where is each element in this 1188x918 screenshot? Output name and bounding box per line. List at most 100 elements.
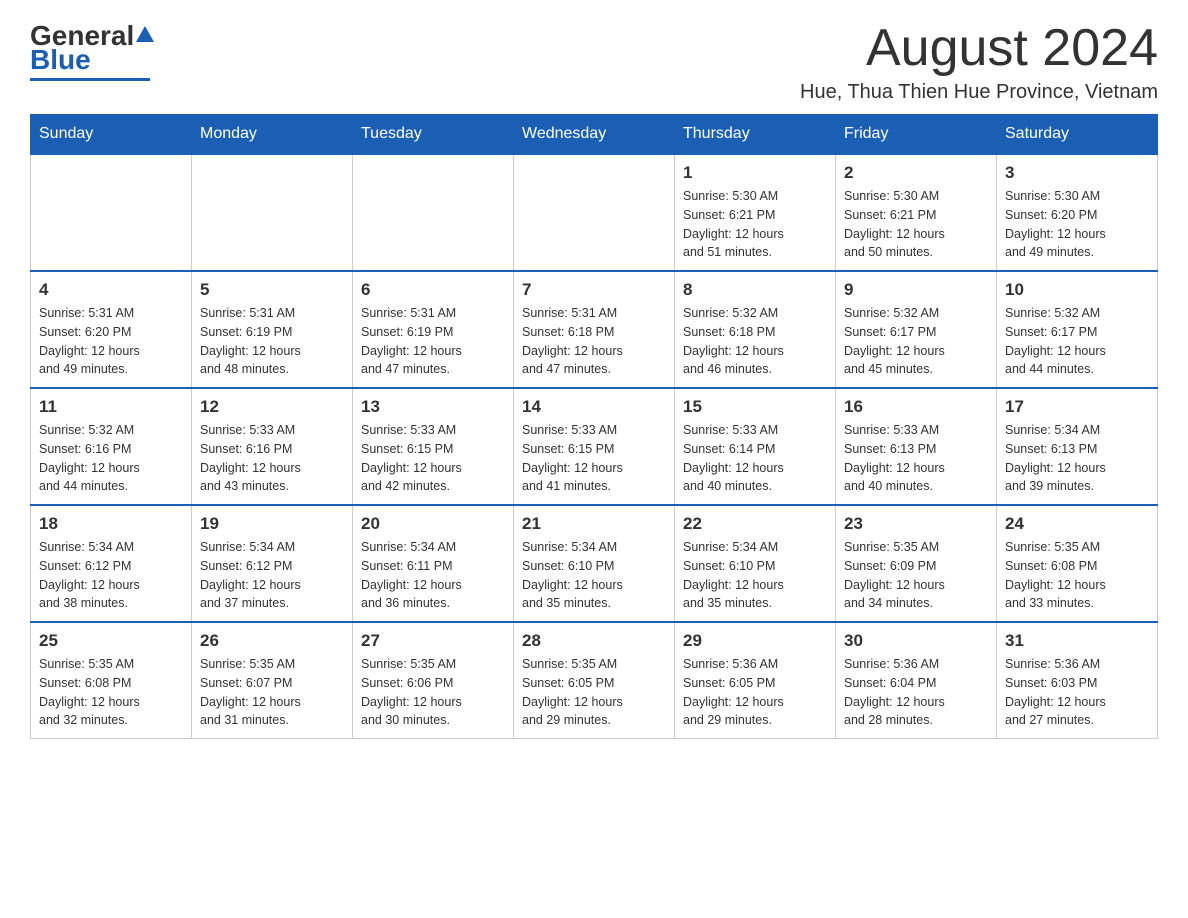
- day-info: Sunrise: 5:35 AM Sunset: 6:05 PM Dayligh…: [522, 655, 666, 730]
- calendar-cell: 5 Sunrise: 5:31 AM Sunset: 6:19 PM Daylig…: [192, 271, 353, 388]
- page-header: General Blue August 2024 Hue, Thua Thien…: [30, 20, 1158, 104]
- day-info: Sunrise: 5:31 AM Sunset: 6:19 PM Dayligh…: [200, 304, 344, 379]
- day-info: Sunrise: 5:35 AM Sunset: 6:08 PM Dayligh…: [1005, 538, 1149, 613]
- calendar-header-saturday: Saturday: [997, 115, 1158, 155]
- day-number: 26: [200, 631, 344, 651]
- day-info: Sunrise: 5:35 AM Sunset: 6:07 PM Dayligh…: [200, 655, 344, 730]
- day-number: 7: [522, 280, 666, 300]
- logo-triangle-icon: [136, 26, 154, 42]
- day-number: 16: [844, 397, 988, 417]
- day-number: 21: [522, 514, 666, 534]
- day-number: 8: [683, 280, 827, 300]
- day-number: 18: [39, 514, 183, 534]
- calendar-cell: 24Sunrise: 5:35 AM Sunset: 6:08 PM Dayli…: [997, 505, 1158, 622]
- calendar-cell: 25 Sunrise: 5:35 AM Sunset: 6:08 PM Dayli…: [31, 622, 192, 739]
- day-number: 17: [1005, 397, 1149, 417]
- calendar-cell: 13Sunrise: 5:33 AM Sunset: 6:15 PM Dayli…: [353, 388, 514, 505]
- day-info: Sunrise: 5:32 AM Sunset: 6:17 PM Dayligh…: [844, 304, 988, 379]
- day-number: 13: [361, 397, 505, 417]
- logo-blue-text: Blue: [30, 44, 91, 75]
- calendar-cell: [192, 154, 353, 271]
- day-info: Sunrise: 5:35 AM Sunset: 6:08 PM Dayligh…: [39, 655, 183, 730]
- day-number: 6: [361, 280, 505, 300]
- calendar-cell: 8 Sunrise: 5:32 AM Sunset: 6:18 PM Daylig…: [675, 271, 836, 388]
- day-number: 27: [361, 631, 505, 651]
- month-title: August 2024: [800, 20, 1158, 77]
- calendar-header-row: SundayMondayTuesdayWednesdayThursdayFrid…: [31, 115, 1158, 155]
- day-info: Sunrise: 5:30 AM Sunset: 6:20 PM Dayligh…: [1005, 187, 1149, 262]
- day-number: 14: [522, 397, 666, 417]
- calendar-cell: 21Sunrise: 5:34 AM Sunset: 6:10 PM Dayli…: [514, 505, 675, 622]
- calendar-cell: [31, 154, 192, 271]
- day-info: Sunrise: 5:31 AM Sunset: 6:20 PM Dayligh…: [39, 304, 183, 379]
- day-info: Sunrise: 5:31 AM Sunset: 6:18 PM Dayligh…: [522, 304, 666, 379]
- calendar-cell: 29 Sunrise: 5:36 AM Sunset: 6:05 PM Dayli…: [675, 622, 836, 739]
- week-row-3: 11Sunrise: 5:32 AM Sunset: 6:16 PM Dayli…: [31, 388, 1158, 505]
- calendar-header-tuesday: Tuesday: [353, 115, 514, 155]
- week-row-4: 18 Sunrise: 5:34 AM Sunset: 6:12 PM Dayli…: [31, 505, 1158, 622]
- calendar-cell: 31Sunrise: 5:36 AM Sunset: 6:03 PM Dayli…: [997, 622, 1158, 739]
- week-row-5: 25 Sunrise: 5:35 AM Sunset: 6:08 PM Dayli…: [31, 622, 1158, 739]
- day-info: Sunrise: 5:31 AM Sunset: 6:19 PM Dayligh…: [361, 304, 505, 379]
- calendar-cell: 6 Sunrise: 5:31 AM Sunset: 6:19 PM Daylig…: [353, 271, 514, 388]
- day-number: 12: [200, 397, 344, 417]
- calendar-header-wednesday: Wednesday: [514, 115, 675, 155]
- day-info: Sunrise: 5:32 AM Sunset: 6:18 PM Dayligh…: [683, 304, 827, 379]
- day-number: 29: [683, 631, 827, 651]
- calendar-cell: 9Sunrise: 5:32 AM Sunset: 6:17 PM Daylig…: [836, 271, 997, 388]
- calendar-cell: 23Sunrise: 5:35 AM Sunset: 6:09 PM Dayli…: [836, 505, 997, 622]
- day-number: 15: [683, 397, 827, 417]
- day-number: 25: [39, 631, 183, 651]
- day-info: Sunrise: 5:33 AM Sunset: 6:13 PM Dayligh…: [844, 421, 988, 496]
- day-info: Sunrise: 5:36 AM Sunset: 6:05 PM Dayligh…: [683, 655, 827, 730]
- calendar-cell: 3Sunrise: 5:30 AM Sunset: 6:20 PM Daylig…: [997, 154, 1158, 271]
- day-info: Sunrise: 5:30 AM Sunset: 6:21 PM Dayligh…: [683, 187, 827, 262]
- day-info: Sunrise: 5:33 AM Sunset: 6:15 PM Dayligh…: [522, 421, 666, 496]
- calendar-header-friday: Friday: [836, 115, 997, 155]
- calendar-cell: [353, 154, 514, 271]
- day-info: Sunrise: 5:34 AM Sunset: 6:12 PM Dayligh…: [200, 538, 344, 613]
- calendar-cell: 4 Sunrise: 5:31 AM Sunset: 6:20 PM Daylig…: [31, 271, 192, 388]
- calendar-cell: 17Sunrise: 5:34 AM Sunset: 6:13 PM Dayli…: [997, 388, 1158, 505]
- calendar-cell: 22 Sunrise: 5:34 AM Sunset: 6:10 PM Dayli…: [675, 505, 836, 622]
- day-number: 22: [683, 514, 827, 534]
- day-info: Sunrise: 5:36 AM Sunset: 6:03 PM Dayligh…: [1005, 655, 1149, 730]
- day-number: 23: [844, 514, 988, 534]
- day-info: Sunrise: 5:36 AM Sunset: 6:04 PM Dayligh…: [844, 655, 988, 730]
- day-info: Sunrise: 5:34 AM Sunset: 6:10 PM Dayligh…: [683, 538, 827, 613]
- calendar-cell: 1 Sunrise: 5:30 AM Sunset: 6:21 PM Daylig…: [675, 154, 836, 271]
- day-number: 20: [361, 514, 505, 534]
- calendar-cell: 15 Sunrise: 5:33 AM Sunset: 6:14 PM Dayli…: [675, 388, 836, 505]
- day-number: 5: [200, 280, 344, 300]
- day-number: 1: [683, 163, 827, 183]
- day-number: 4: [39, 280, 183, 300]
- calendar-cell: 18Sunrise: 5:34 AM Sunset: 6:12 PM Dayli…: [31, 505, 192, 622]
- week-row-1: 1 Sunrise: 5:30 AM Sunset: 6:21 PM Daylig…: [31, 154, 1158, 271]
- calendar-cell: [514, 154, 675, 271]
- calendar-cell: 2Sunrise: 5:30 AM Sunset: 6:21 PM Daylig…: [836, 154, 997, 271]
- calendar-cell: 28 Sunrise: 5:35 AM Sunset: 6:05 PM Dayli…: [514, 622, 675, 739]
- day-number: 19: [200, 514, 344, 534]
- calendar-header-monday: Monday: [192, 115, 353, 155]
- day-info: Sunrise: 5:32 AM Sunset: 6:17 PM Dayligh…: [1005, 304, 1149, 379]
- day-number: 30: [844, 631, 988, 651]
- calendar-header-thursday: Thursday: [675, 115, 836, 155]
- day-info: Sunrise: 5:35 AM Sunset: 6:06 PM Dayligh…: [361, 655, 505, 730]
- calendar-cell: 12 Sunrise: 5:33 AM Sunset: 6:16 PM Dayli…: [192, 388, 353, 505]
- calendar-cell: 19 Sunrise: 5:34 AM Sunset: 6:12 PM Dayli…: [192, 505, 353, 622]
- calendar-cell: 30 Sunrise: 5:36 AM Sunset: 6:04 PM Dayli…: [836, 622, 997, 739]
- calendar-table: SundayMondayTuesdayWednesdayThursdayFrid…: [30, 114, 1158, 739]
- day-info: Sunrise: 5:33 AM Sunset: 6:16 PM Dayligh…: [200, 421, 344, 496]
- logo: General Blue: [30, 20, 156, 81]
- calendar-cell: 10 Sunrise: 5:32 AM Sunset: 6:17 PM Dayli…: [997, 271, 1158, 388]
- day-number: 10: [1005, 280, 1149, 300]
- day-number: 28: [522, 631, 666, 651]
- day-number: 11: [39, 397, 183, 417]
- day-info: Sunrise: 5:34 AM Sunset: 6:11 PM Dayligh…: [361, 538, 505, 613]
- calendar-header-sunday: Sunday: [31, 115, 192, 155]
- calendar-cell: 27 Sunrise: 5:35 AM Sunset: 6:06 PM Dayli…: [353, 622, 514, 739]
- logo-underline: [30, 78, 150, 81]
- day-info: Sunrise: 5:33 AM Sunset: 6:14 PM Dayligh…: [683, 421, 827, 496]
- week-row-2: 4 Sunrise: 5:31 AM Sunset: 6:20 PM Daylig…: [31, 271, 1158, 388]
- location-text: Hue, Thua Thien Hue Province, Vietnam: [800, 81, 1158, 104]
